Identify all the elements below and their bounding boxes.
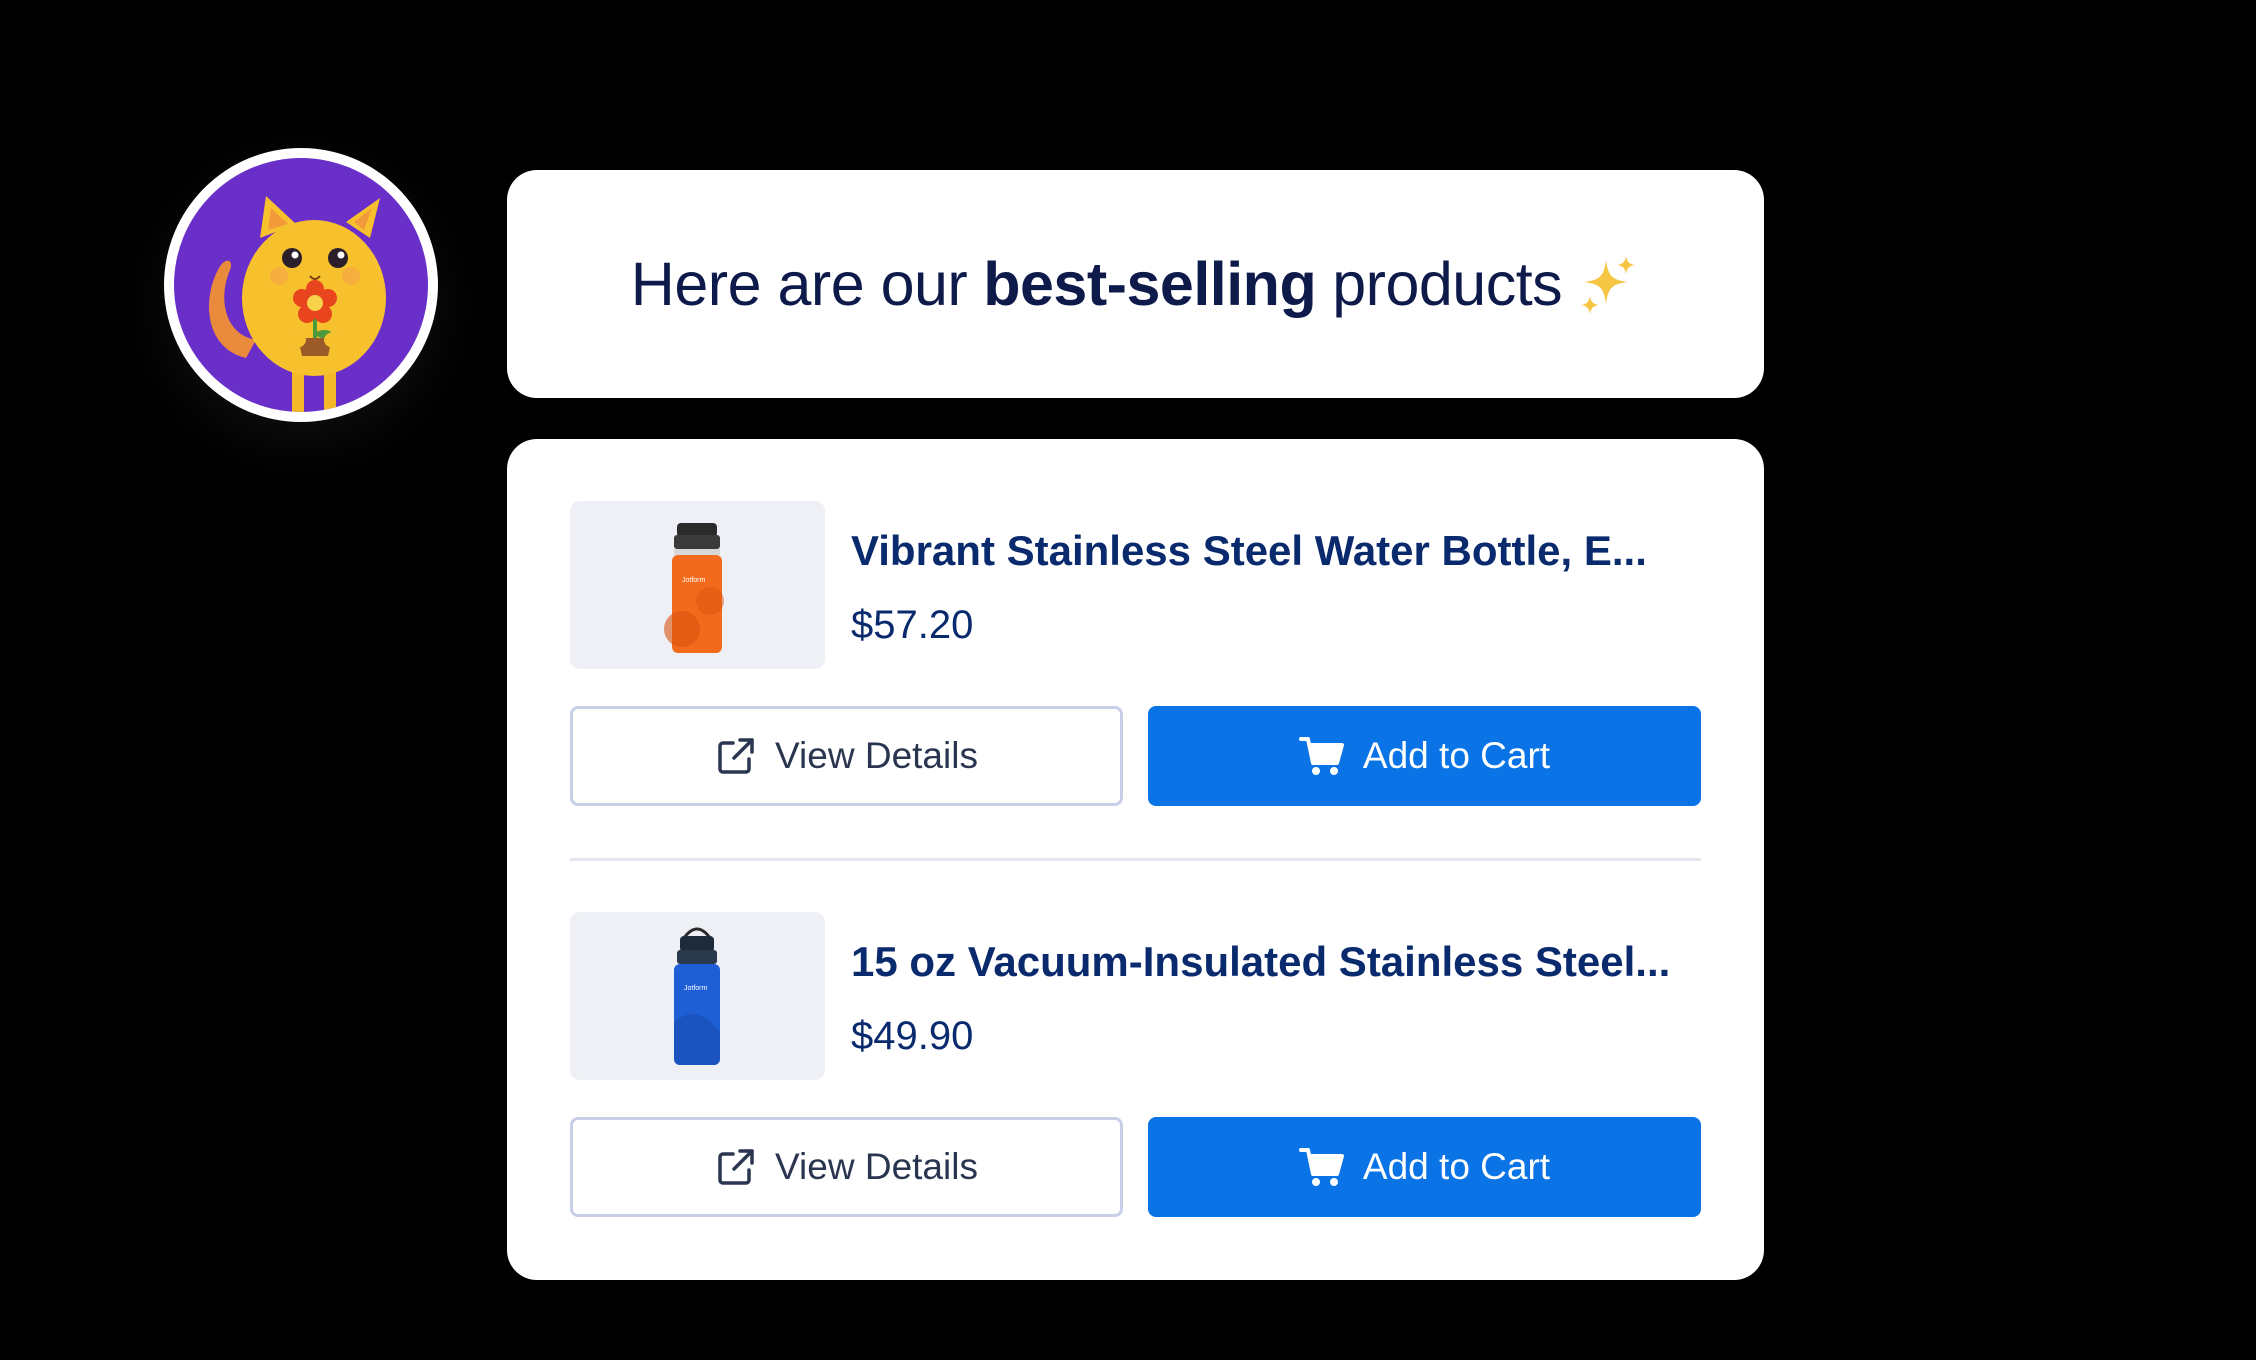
product-title[interactable]: 15 oz Vacuum-Insulated Stainless Steel..… [851,938,1701,986]
add-to-cart-button[interactable]: Add to Cart [1148,1117,1701,1217]
product-image: Jotform [570,912,825,1080]
svg-text:Jotform: Jotform [682,577,706,584]
orange-water-bottle-icon: Jotform [664,523,724,653]
blue-water-bottle-icon: Jotform [674,927,720,1065]
add-to-cart-label: Add to Cart [1362,1146,1551,1187]
cart-icon [1298,1148,1344,1186]
divider [570,858,1701,861]
cat-mascot-icon [174,158,428,412]
product-title[interactable]: Vibrant Stainless Steel Water Bottle, E.… [851,527,1701,575]
external-link-icon [718,738,754,774]
product-price: $57.20 [851,603,974,647]
assistant-message-bubble: Here are our best-selling products [507,170,1764,398]
view-details-button[interactable]: View Details [570,1117,1123,1217]
assistant-message: Here are our best-selling products [631,249,1640,319]
cart-icon [1298,737,1344,775]
view-details-button[interactable]: View Details [570,706,1123,806]
view-details-label: View Details [775,1146,978,1187]
assistant-avatar [164,148,438,422]
message-prefix: Here are our [630,250,968,318]
external-link-icon [718,1149,754,1185]
svg-text:Jotform: Jotform [684,985,708,992]
product-price: $49.90 [851,1014,974,1058]
product-list-card: Jotform Vibrant Stainless Steel Water Bo… [507,439,1764,1280]
view-details-label: View Details [775,735,978,776]
product-image: Jotform [570,501,825,669]
add-to-cart-label: Add to Cart [1362,735,1551,776]
sparkles-icon [1576,252,1640,316]
add-to-cart-button[interactable]: Add to Cart [1148,706,1701,806]
message-bold: best-selling [983,250,1317,318]
message-suffix: products [1332,250,1563,318]
